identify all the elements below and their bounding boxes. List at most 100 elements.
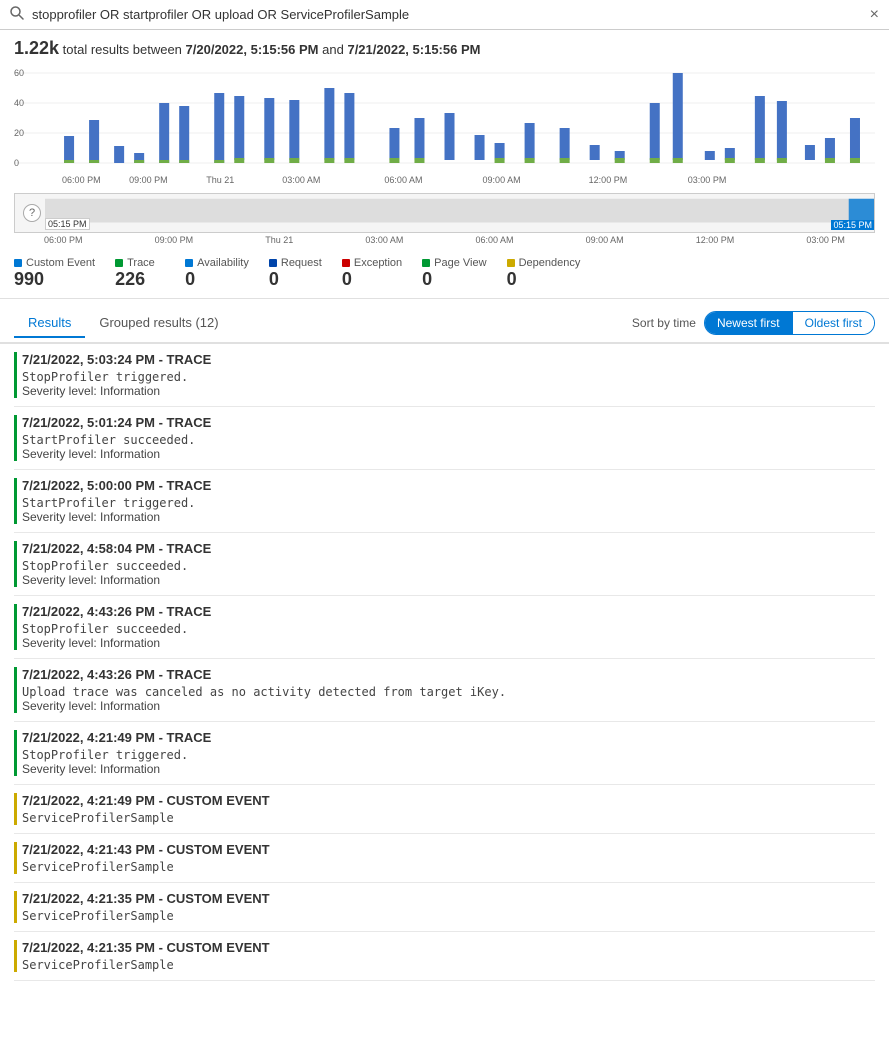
result-title: 7/21/2022, 4:21:49 PM - TRACE: [22, 730, 875, 745]
summary-and: and: [322, 42, 344, 57]
result-title: 7/21/2022, 4:21:35 PM - CUSTOM EVENT: [22, 940, 875, 955]
stat-item-custom-event: Custom Event 990: [14, 257, 95, 290]
tabs-left: Results Grouped results (12): [14, 309, 233, 336]
svg-text:0: 0: [14, 158, 19, 168]
result-title: 7/21/2022, 5:03:24 PM - TRACE: [22, 352, 875, 367]
stat-dot: [14, 259, 22, 267]
result-item[interactable]: 7/21/2022, 4:21:49 PM - TRACE StopProfil…: [14, 722, 875, 785]
result-item[interactable]: 7/21/2022, 4:43:26 PM - TRACE StopProfil…: [14, 596, 875, 659]
svg-text:06:00 PM: 06:00 PM: [62, 175, 101, 185]
svg-text:09:00 PM: 09:00 PM: [129, 175, 168, 185]
result-body: StopProfiler succeeded.: [22, 559, 875, 573]
result-title: 7/21/2022, 5:01:24 PM - TRACE: [22, 415, 875, 430]
result-item[interactable]: 7/21/2022, 5:00:00 PM - TRACE StartProfi…: [14, 470, 875, 533]
stat-dot: [342, 259, 350, 267]
stat-item-trace: Trace 226: [115, 257, 165, 290]
stats-row: Custom Event 990 Trace 226 Availability …: [0, 249, 889, 299]
svg-text:40: 40: [14, 98, 24, 108]
svg-text:Thu 21: Thu 21: [206, 175, 234, 185]
svg-text:06:00 AM: 06:00 AM: [384, 175, 422, 185]
sort-label: Sort by time: [632, 316, 696, 330]
time-range-help-icon[interactable]: ?: [23, 204, 41, 222]
result-item[interactable]: 7/21/2022, 4:58:04 PM - TRACE StopProfil…: [14, 533, 875, 596]
svg-text:20: 20: [14, 128, 24, 138]
svg-text:12:00 PM: 12:00 PM: [589, 175, 628, 185]
time-stamp-left: 05:15 PM: [45, 218, 90, 230]
search-bar: ×: [0, 0, 889, 30]
result-meta: Severity level: Information: [22, 510, 875, 524]
result-title: 7/21/2022, 4:43:26 PM - TRACE: [22, 604, 875, 619]
chart-svg: 60 40 20 0: [14, 63, 875, 193]
stat-dot: [115, 259, 123, 267]
result-body: Upload trace was canceled as no activity…: [22, 685, 875, 699]
stat-item-page-view: Page View 0: [422, 257, 486, 290]
result-body: StartProfiler triggered.: [22, 496, 875, 510]
result-title: 7/21/2022, 4:21:43 PM - CUSTOM EVENT: [22, 842, 875, 857]
stat-item-request: Request 0: [269, 257, 322, 290]
result-item[interactable]: 7/21/2022, 5:01:24 PM - TRACE StartProfi…: [14, 407, 875, 470]
stat-label: Custom Event: [14, 257, 95, 269]
result-meta: Severity level: Information: [22, 447, 875, 461]
tabs-row: Results Grouped results (12) Sort by tim…: [0, 303, 889, 344]
result-item[interactable]: 7/21/2022, 4:43:26 PM - TRACE Upload tra…: [14, 659, 875, 722]
stat-label: Availability: [185, 257, 249, 269]
stat-label: Dependency: [507, 257, 581, 269]
time-range-x-labels: 06:00 PM 09:00 PM Thu 21 03:00 AM 06:00 …: [0, 233, 889, 249]
sort-oldest-button[interactable]: Oldest first: [793, 312, 874, 334]
bar-chart: 60 40 20 0: [14, 63, 875, 193]
result-meta: Severity level: Information: [22, 384, 875, 398]
summary-prefix: total results between: [63, 42, 182, 57]
result-body: ServiceProfilerSample: [22, 811, 875, 825]
chart-area: 60 40 20 0: [0, 63, 889, 193]
result-meta: Severity level: Information: [22, 762, 875, 776]
sort-newest-button[interactable]: Newest first: [705, 312, 793, 334]
result-body: ServiceProfilerSample: [22, 860, 875, 874]
date-start: 7/20/2022, 5:15:56 PM: [186, 42, 319, 57]
stat-label: Exception: [342, 257, 402, 269]
result-title: 7/21/2022, 4:43:26 PM - TRACE: [22, 667, 875, 682]
result-body: ServiceProfilerSample: [22, 909, 875, 923]
time-range-bar: [45, 194, 874, 232]
sort-row: Sort by time Newest first Oldest first: [632, 311, 875, 335]
result-meta: Severity level: Information: [22, 573, 875, 587]
sort-button-group: Newest first Oldest first: [704, 311, 875, 335]
result-title: 7/21/2022, 4:58:04 PM - TRACE: [22, 541, 875, 556]
svg-text:09:00 AM: 09:00 AM: [483, 175, 521, 185]
result-body: StopProfiler triggered.: [22, 370, 875, 384]
stat-value: 0: [422, 269, 432, 290]
stat-value: 0: [342, 269, 352, 290]
result-item[interactable]: 7/21/2022, 4:21:35 PM - CUSTOM EVENT Ser…: [14, 883, 875, 932]
tab-grouped-results[interactable]: Grouped results (12): [85, 309, 232, 338]
result-item[interactable]: 7/21/2022, 4:21:35 PM - CUSTOM EVENT Ser…: [14, 932, 875, 981]
result-meta: Severity level: Information: [22, 636, 875, 650]
stat-label: Request: [269, 257, 322, 269]
result-body: ServiceProfilerSample: [22, 958, 875, 972]
result-body: StartProfiler succeeded.: [22, 433, 875, 447]
date-end: 7/21/2022, 5:15:56 PM: [347, 42, 480, 57]
tab-results[interactable]: Results: [14, 309, 85, 338]
time-range-slider[interactable]: ? 05:15 PM 05:15 PM: [14, 193, 875, 233]
result-body: StopProfiler succeeded.: [22, 622, 875, 636]
stat-dot: [269, 259, 277, 267]
result-item[interactable]: 7/21/2022, 5:03:24 PM - TRACE StopProfil…: [14, 344, 875, 407]
result-title: 7/21/2022, 5:00:00 PM - TRACE: [22, 478, 875, 493]
result-title: 7/21/2022, 4:21:49 PM - CUSTOM EVENT: [22, 793, 875, 808]
clear-search-button[interactable]: ×: [870, 7, 879, 23]
stat-value: 0: [269, 269, 279, 290]
search-input[interactable]: [32, 7, 862, 22]
stat-dot: [185, 259, 193, 267]
result-count: 1.22k: [14, 38, 59, 58]
result-body: StopProfiler triggered.: [22, 748, 875, 762]
summary-line: 1.22k total results between 7/20/2022, 5…: [0, 30, 889, 63]
result-meta: Severity level: Information: [22, 699, 875, 713]
stat-label: Trace: [115, 257, 155, 269]
stat-dot: [507, 259, 515, 267]
result-item[interactable]: 7/21/2022, 4:21:43 PM - CUSTOM EVENT Ser…: [14, 834, 875, 883]
stat-value: 226: [115, 269, 145, 290]
search-icon: [10, 6, 24, 23]
result-item[interactable]: 7/21/2022, 4:21:49 PM - CUSTOM EVENT Ser…: [14, 785, 875, 834]
stat-item-dependency: Dependency 0: [507, 257, 581, 290]
stat-dot: [422, 259, 430, 267]
svg-text:03:00 PM: 03:00 PM: [688, 175, 727, 185]
svg-text:03:00 AM: 03:00 AM: [282, 175, 320, 185]
